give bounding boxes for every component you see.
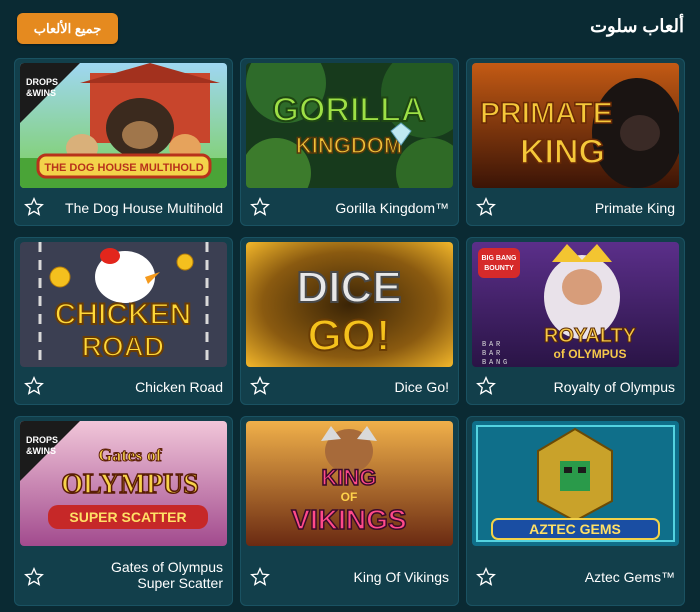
game-art-title: THE DOG HOUSE MULTIHOLD [44, 162, 203, 174]
badge-text-1: DROPS [26, 435, 58, 445]
card-footer: Primate King [466, 188, 685, 226]
game-title[interactable]: The Dog House Multihold [65, 200, 223, 216]
game-art-title: GORILLA [273, 91, 426, 129]
game-thumbnail[interactable]: KING OF VIKINGS [246, 421, 453, 546]
star-outline-icon[interactable] [24, 376, 44, 396]
game-thumbnail[interactable]: CHICKEN ROAD [20, 242, 227, 367]
badge-text-1: DROPS [26, 77, 58, 87]
game-card-gorilla-kingdom[interactable]: GORILLA KINGDOM Gorilla Kingdom™ [240, 58, 459, 226]
star-outline-icon[interactable] [24, 567, 44, 587]
games-grid: DROPS &WINS THE DOG HOUSE MULTIHOLD The … [14, 58, 686, 608]
game-art-title: CHICKEN [55, 298, 192, 331]
card-footer: Royalty of Olympus [466, 367, 685, 405]
card-footer: The Dog House Multihold [14, 188, 233, 226]
star-outline-icon[interactable] [250, 197, 270, 217]
game-title[interactable]: Primate King [595, 200, 675, 216]
game-art-subtitle: OLYMPUS [61, 469, 198, 500]
card-footer: Chicken Road [14, 367, 233, 405]
game-art-subtitle: ROAD [82, 331, 164, 362]
game-card-dog-house[interactable]: DROPS &WINS THE DOG HOUSE MULTIHOLD The … [14, 58, 233, 226]
star-outline-icon[interactable] [250, 376, 270, 396]
game-title[interactable]: Royalty of Olympus [554, 379, 675, 395]
card-footer: Gorilla Kingdom™ [240, 188, 459, 226]
game-thumbnail[interactable]: AZTEC GEMS [472, 421, 679, 546]
game-title[interactable]: King Of Vikings [354, 569, 449, 585]
game-thumbnail[interactable]: DICE GO! [246, 242, 453, 367]
game-thumbnail[interactable]: BIG BANG BOUNTY B A R B A R B A N G ROYA… [472, 242, 679, 367]
grid-letter: B [482, 350, 486, 358]
game-card-chicken-road[interactable]: CHICKEN ROAD Chicken Road [14, 237, 233, 405]
game-art-subtitle: VIKINGS [291, 504, 406, 535]
game-title[interactable]: Gorilla Kingdom™ [335, 200, 449, 216]
badge-text-2: &WINS [26, 446, 56, 456]
section-title: ألعاب سلوت [590, 16, 684, 36]
game-card-king-of-vikings[interactable]: KING OF VIKINGS King Of Vikings [240, 416, 459, 606]
game-title[interactable]: Aztec Gems™ [585, 569, 675, 585]
badge-text-2: &WINS [26, 88, 56, 98]
grid-letter: B [482, 359, 486, 367]
game-art-subtitle: GO! [307, 311, 390, 360]
card-footer: Gates of Olympus Super Scatter [14, 548, 233, 606]
game-art-title: ROYALTY [544, 325, 637, 347]
game-card-gates-of-olympus[interactable]: DROPS &WINS Gates of OLYMPUS SUPER SCATT… [14, 416, 233, 606]
card-footer: Aztec Gems™ [466, 548, 685, 606]
game-thumbnail[interactable]: GORILLA KINGDOM [246, 63, 453, 188]
game-title[interactable]: Dice Go! [395, 379, 449, 395]
card-footer: Dice Go! [240, 367, 459, 405]
star-outline-icon[interactable] [24, 197, 44, 217]
badge-text-2: BOUNTY [484, 265, 514, 272]
grid-letter: B [482, 341, 486, 349]
grid-letter: N [496, 359, 500, 367]
game-art-subtitle: of OLYMPUS [554, 347, 627, 361]
game-card-dice-go[interactable]: DICE GO! Dice Go! [240, 237, 459, 405]
game-art-middle: OF [341, 490, 358, 504]
game-art-title: PRIMATE [480, 97, 613, 130]
game-art-title: Gates of [98, 445, 162, 465]
game-title[interactable]: Chicken Road [135, 379, 223, 395]
game-art-subtitle: KING [520, 133, 605, 171]
card-footer: King Of Vikings [240, 548, 459, 606]
grid-letter: G [503, 359, 507, 367]
game-art-tagline: SUPER SCATTER [69, 509, 186, 525]
game-thumbnail[interactable]: DROPS &WINS Gates of OLYMPUS SUPER SCATT… [20, 421, 227, 546]
star-outline-icon[interactable] [476, 567, 496, 587]
game-art-title: KING [322, 465, 377, 490]
game-thumbnail[interactable]: DROPS &WINS THE DOG HOUSE MULTIHOLD [20, 63, 227, 188]
star-outline-icon[interactable] [250, 567, 270, 587]
game-title[interactable]: Gates of Olympus Super Scatter [73, 559, 223, 591]
badge-text-1: BIG BANG [482, 255, 518, 262]
game-art-title: DICE [296, 263, 401, 312]
header: جميع الألعاب ألعاب سلوت [0, 0, 700, 56]
game-card-aztec-gems[interactable]: AZTEC GEMS Aztec Gems™ [466, 416, 685, 606]
star-outline-icon[interactable] [476, 376, 496, 396]
game-art-title: AZTEC GEMS [529, 521, 621, 537]
game-card-royalty-of-olympus[interactable]: BIG BANG BOUNTY B A R B A R B A N G ROYA… [466, 237, 685, 405]
star-outline-icon[interactable] [476, 197, 496, 217]
all-games-button[interactable]: جميع الألعاب [17, 13, 118, 44]
game-card-primate-king[interactable]: PRIMATE KING Primate King [466, 58, 685, 226]
game-thumbnail[interactable]: PRIMATE KING [472, 63, 679, 188]
game-art-subtitle: KINGDOM [296, 133, 402, 158]
